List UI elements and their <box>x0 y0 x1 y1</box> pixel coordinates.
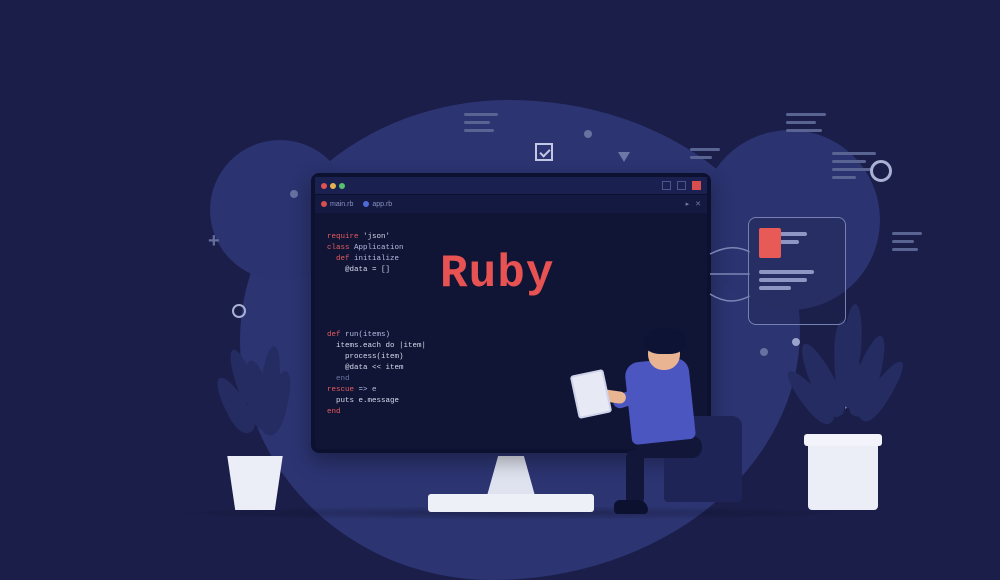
card-thumb-icon <box>759 228 781 258</box>
window-titlebar <box>315 177 707 195</box>
dot-icon <box>792 338 800 346</box>
deco-lines-icon <box>892 232 922 251</box>
person-hair <box>644 328 686 354</box>
traffic-light-close-icon <box>321 183 327 189</box>
person-shoe <box>614 500 648 514</box>
deco-lines-icon <box>786 113 826 132</box>
tab-bar: main.rb app.rb ▸ ✕ <box>315 195 707 213</box>
connector-lines-icon <box>710 244 750 304</box>
checkbox-icon <box>535 143 553 161</box>
brand-title: Ruby <box>440 269 554 280</box>
illustration-root: + + ma <box>0 0 1000 563</box>
circle-icon <box>870 160 892 182</box>
window-minimize-icon <box>662 181 671 190</box>
info-card <box>748 217 846 325</box>
window-close-icon <box>692 181 701 190</box>
monitor-base <box>428 494 594 512</box>
dot-icon <box>760 348 768 356</box>
traffic-light-max-icon <box>339 183 345 189</box>
tab-action-icon: ▸ <box>686 200 690 208</box>
tab-file: main.rb <box>321 201 353 208</box>
pot-left <box>222 456 288 510</box>
traffic-light-min-icon <box>330 183 336 189</box>
circle-icon <box>232 304 246 318</box>
card-text-line <box>759 278 807 282</box>
dot-icon <box>584 130 592 138</box>
deco-lines-icon <box>832 152 876 179</box>
deco-lines-icon <box>690 148 720 159</box>
pot-right <box>808 440 878 510</box>
tab-file: app.rb <box>363 201 392 208</box>
dot-icon <box>290 190 298 198</box>
deco-lines-icon <box>464 113 498 132</box>
card-text-line <box>759 286 791 290</box>
window-maximize-icon <box>677 181 686 190</box>
tab-action-icon: ✕ <box>695 200 701 208</box>
triangle-icon <box>618 152 630 162</box>
card-text-line <box>759 270 814 274</box>
person-illustration <box>590 318 740 518</box>
person-shin <box>626 450 644 506</box>
plus-icon: + <box>208 230 220 253</box>
